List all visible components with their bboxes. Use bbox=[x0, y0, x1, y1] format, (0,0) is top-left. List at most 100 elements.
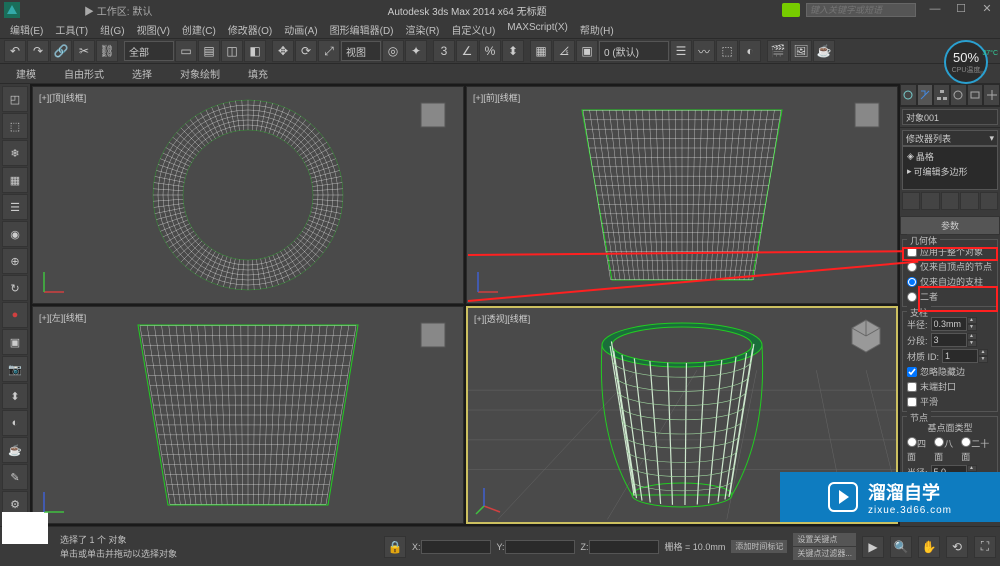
vp-top-label[interactable]: [+][顶][线框] bbox=[39, 91, 86, 104]
cmd-tab-create-icon[interactable] bbox=[900, 84, 917, 106]
octa-radio[interactable] bbox=[934, 437, 944, 447]
cmd-tab-motion-icon[interactable] bbox=[950, 84, 967, 106]
radius-input[interactable] bbox=[931, 317, 967, 331]
select-icon[interactable]: ▭ bbox=[175, 40, 197, 62]
manip-icon[interactable]: ✦ bbox=[405, 40, 427, 62]
loop-icon[interactable]: ↻ bbox=[2, 275, 28, 301]
layer-tool-icon[interactable]: ☰ bbox=[2, 194, 28, 220]
remove-mod-icon[interactable] bbox=[960, 192, 978, 210]
menu-customize[interactable]: 自定义(U) bbox=[445, 20, 501, 38]
ribbon-tab-freeform[interactable]: 自由形式 bbox=[58, 64, 110, 83]
menu-tools[interactable]: 工具(T) bbox=[49, 20, 94, 38]
x-input[interactable] bbox=[421, 540, 491, 554]
script-icon[interactable]: ✎ bbox=[2, 464, 28, 490]
material-icon[interactable]: ◐ bbox=[739, 40, 761, 62]
key-filter-button[interactable]: 关键点过滤器... bbox=[793, 547, 856, 560]
selection-filter[interactable]: 全部 bbox=[124, 41, 174, 61]
close-button[interactable]: ✕ bbox=[978, 3, 996, 17]
mirror-icon[interactable]: ⦞ bbox=[553, 40, 575, 62]
viewport-left[interactable]: [+][左][线框] bbox=[32, 306, 464, 524]
render-frame-icon[interactable]: 🖼 bbox=[790, 40, 812, 62]
selection-set-icon[interactable]: ▦ bbox=[2, 167, 28, 193]
set-key-button[interactable]: 设置关键点 bbox=[793, 533, 856, 546]
radius-up-icon[interactable]: ▲ bbox=[967, 317, 977, 324]
move-icon[interactable]: ✥ bbox=[272, 40, 294, 62]
segs-input[interactable] bbox=[931, 333, 967, 347]
link-icon[interactable]: 🔗 bbox=[50, 40, 72, 62]
schematic-icon[interactable]: ⬚ bbox=[716, 40, 738, 62]
lock-icon[interactable]: 🔒 bbox=[384, 536, 406, 558]
viewport-front[interactable]: [+][前][线框] bbox=[466, 86, 898, 304]
cmd-tab-utilities-icon[interactable] bbox=[983, 84, 1000, 106]
record-icon[interactable]: ● bbox=[2, 302, 28, 328]
cmd-tab-hierarchy-icon[interactable] bbox=[933, 84, 950, 106]
iso-sel-icon[interactable]: ⬚ bbox=[2, 113, 28, 139]
matid-input[interactable] bbox=[942, 349, 978, 363]
undo-icon[interactable]: ↶ bbox=[4, 40, 26, 62]
menu-graph[interactable]: 图形编辑器(D) bbox=[324, 20, 400, 38]
menu-render[interactable]: 渲染(R) bbox=[400, 20, 446, 38]
both-radio[interactable] bbox=[907, 292, 917, 302]
select-region-icon[interactable]: ◫ bbox=[221, 40, 243, 62]
expand-icon[interactable]: ▸ bbox=[907, 166, 912, 177]
nav-orbit-icon[interactable]: ⟲ bbox=[946, 536, 968, 558]
render-icon[interactable]: ☕ bbox=[813, 40, 835, 62]
segs-down-icon[interactable]: ▼ bbox=[967, 340, 977, 347]
object-name-input[interactable] bbox=[902, 109, 998, 125]
window-crossing-icon[interactable]: ◧ bbox=[244, 40, 266, 62]
ignore-hidden-checkbox[interactable] bbox=[907, 367, 917, 377]
signin-button[interactable] bbox=[782, 3, 800, 17]
cmd-tab-modify-icon[interactable] bbox=[917, 84, 934, 106]
render-tool-icon[interactable]: ☕ bbox=[2, 437, 28, 463]
pivot-icon[interactable]: ◎ bbox=[382, 40, 404, 62]
y-input[interactable] bbox=[505, 540, 575, 554]
viewport-top[interactable]: [+][顶][线框] /*placeholder*/ bbox=[32, 86, 464, 304]
icosa-radio[interactable] bbox=[961, 437, 971, 447]
unlink-icon[interactable]: ✂ bbox=[73, 40, 95, 62]
sphere-icon[interactable]: ◉ bbox=[2, 221, 28, 247]
mod-item-editpoly[interactable]: ▸可编辑多边形 bbox=[905, 164, 995, 179]
angle-snap-icon[interactable]: ∠ bbox=[456, 40, 478, 62]
apply-whole-checkbox[interactable] bbox=[907, 247, 917, 257]
menu-create[interactable]: 创建(C) bbox=[176, 20, 222, 38]
nav-pan-icon[interactable]: ✋ bbox=[918, 536, 940, 558]
layer-combo[interactable]: 0 (默认) bbox=[599, 41, 669, 61]
unique-icon[interactable] bbox=[941, 192, 959, 210]
play-icon[interactable]: ▶ bbox=[862, 536, 884, 558]
mod-item-lattice[interactable]: ◈晶格 bbox=[905, 149, 995, 164]
menu-modifiers[interactable]: 修改器(O) bbox=[222, 20, 278, 38]
show-end-icon[interactable] bbox=[921, 192, 939, 210]
pin-stack-icon[interactable] bbox=[902, 192, 920, 210]
percent-snap-icon[interactable]: % bbox=[479, 40, 501, 62]
struts-only-radio[interactable] bbox=[907, 277, 917, 287]
eye-icon[interactable]: ◈ bbox=[907, 151, 914, 162]
config-icon[interactable] bbox=[980, 192, 998, 210]
view-icon[interactable]: ▣ bbox=[2, 329, 28, 355]
menu-edit[interactable]: 编辑(E) bbox=[4, 20, 49, 38]
viewcube-persp-icon[interactable] bbox=[846, 316, 886, 356]
matid-up-icon[interactable]: ▲ bbox=[978, 349, 988, 356]
jr-up-icon[interactable]: ▲ bbox=[967, 465, 977, 472]
select-tool-icon[interactable]: ◰ bbox=[2, 86, 28, 112]
modifier-stack[interactable]: ◈晶格 ▸可编辑多边形 bbox=[902, 146, 998, 190]
menu-group[interactable]: 组(G) bbox=[94, 20, 130, 38]
modifier-list-combo[interactable]: 修改器列表▾ bbox=[902, 130, 998, 146]
render-setup-icon[interactable]: 🎬 bbox=[767, 40, 789, 62]
minimize-button[interactable]: — bbox=[926, 3, 944, 17]
matid-down-icon[interactable]: ▼ bbox=[978, 356, 988, 363]
vp-left-label[interactable]: [+][左][线框] bbox=[39, 311, 86, 324]
menu-view[interactable]: 视图(V) bbox=[131, 20, 176, 38]
viewcube-front-icon[interactable] bbox=[847, 95, 887, 135]
material-tool-icon[interactable]: ◐ bbox=[2, 410, 28, 436]
radius-down-icon[interactable]: ▼ bbox=[967, 324, 977, 331]
menu-help[interactable]: 帮助(H) bbox=[574, 20, 620, 38]
tetra-radio[interactable] bbox=[907, 437, 917, 447]
app-logo-icon[interactable] bbox=[4, 2, 20, 18]
smooth-checkbox[interactable] bbox=[907, 397, 917, 407]
layers-icon[interactable]: ☰ bbox=[670, 40, 692, 62]
camera-icon[interactable]: 📷 bbox=[2, 356, 28, 382]
rollout-parameters[interactable]: 参数 bbox=[900, 216, 1000, 235]
refcoord-combo[interactable]: 视图 bbox=[341, 41, 381, 61]
bind-icon[interactable]: ⛓ bbox=[96, 40, 118, 62]
ribbon-tab-populate[interactable]: 填充 bbox=[242, 64, 274, 83]
